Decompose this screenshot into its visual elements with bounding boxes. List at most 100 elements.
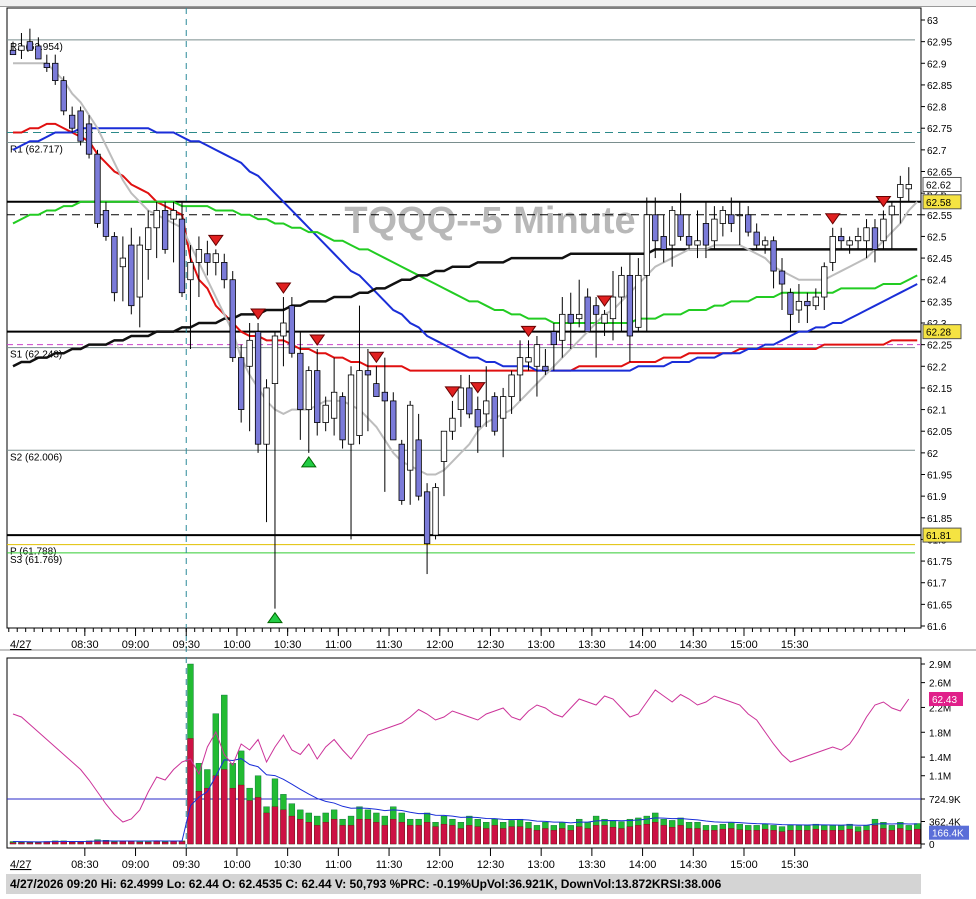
candle-down (871, 227, 879, 250)
y-tick-label: 62.75 (927, 124, 952, 135)
candle-down (102, 210, 110, 237)
volume-bar-down (795, 830, 803, 845)
volume-bar-down (745, 830, 752, 845)
price-chart[interactable]: 6362.9562.962.8562.862.7562.762.6562.662… (0, 0, 976, 899)
y-tick-label: 61.75 (927, 557, 952, 568)
candle-down (660, 236, 667, 250)
candle-up (271, 335, 279, 385)
candle-up (829, 236, 836, 263)
volume-bar-down (297, 819, 304, 845)
candle-down (69, 114, 76, 129)
volume-bar-down (643, 823, 650, 845)
candle-up (812, 296, 819, 307)
y-tick-label: 61.7 (927, 579, 947, 590)
x-tick-label: 15:30 (781, 639, 809, 651)
volume-tag-label: 166.4K (932, 829, 964, 840)
y-tick-label: 62.2 (927, 362, 947, 373)
candle-down (745, 214, 752, 233)
candle-up (263, 387, 270, 445)
candle-up (347, 374, 355, 445)
y-tick-label: 63 (927, 16, 939, 27)
candle-down (85, 123, 93, 155)
volume-bar-down (821, 830, 828, 845)
volume-bar-down (77, 841, 84, 845)
candle-up (821, 266, 828, 298)
volume-bar-down (322, 822, 329, 845)
volume-bar-down (221, 769, 228, 845)
volume-bar-down (43, 841, 50, 845)
volume-bar-down (381, 825, 388, 845)
candle-up (618, 274, 625, 298)
candle-up (187, 261, 194, 281)
x-tick-label-volume: 13:30 (578, 859, 606, 871)
vol-y-tick-label: 1.4M (929, 753, 951, 764)
volume-bar-down (576, 826, 583, 845)
candle-up (905, 184, 912, 190)
volume-bar-down (119, 841, 126, 845)
volume-bar-down (525, 828, 532, 845)
volume-bar-down (229, 787, 236, 845)
volume-bar-down (440, 823, 448, 845)
candle-down (491, 396, 498, 432)
candle-up (153, 210, 160, 229)
x-tick-label: 13:00 (527, 639, 555, 651)
candle-up (525, 357, 532, 363)
candle-down (804, 300, 811, 307)
x-tick-label: 12:00 (426, 639, 454, 651)
x-tick-label-volume: 09:30 (172, 859, 200, 871)
candle-down (77, 110, 84, 142)
chart-window: 6362.9562.962.8562.862.7562.762.6562.662… (0, 0, 976, 899)
date-label-volume: 4/27 (10, 859, 31, 871)
volume-bar-down (145, 841, 152, 845)
candle-down (314, 370, 321, 423)
candle-up (119, 257, 127, 268)
volume-bar-down (128, 841, 135, 845)
price-tag-label: 62.62 (926, 180, 951, 191)
candle-down (677, 214, 684, 237)
candle-down (161, 210, 169, 250)
candle-up (863, 227, 870, 242)
candle-down (94, 153, 101, 224)
candle-down (652, 214, 659, 242)
volume-bar-down (212, 775, 219, 845)
x-tick-label: 14:30 (680, 639, 708, 651)
candle-up (635, 274, 642, 328)
volume-bar-down (618, 828, 625, 845)
y-tick-label: 62.1 (927, 406, 947, 417)
volume-bar-down (550, 830, 557, 845)
volume-bar-down (778, 831, 786, 845)
x-tick-label-volume: 14:30 (680, 859, 708, 871)
volume-bar-down (373, 822, 380, 845)
volume-bar-down (702, 830, 710, 845)
volume-bar-down (652, 822, 659, 845)
watermark-title: TQQQ--5 Minute (344, 200, 635, 242)
candle-down (339, 396, 346, 441)
volume-bar-down (415, 825, 422, 845)
x-tick-label: 09:00 (122, 639, 150, 651)
volume-bar-down (288, 815, 295, 845)
volume-bar-down (762, 828, 769, 845)
candle-down (753, 231, 760, 246)
volume-bar-down (635, 825, 642, 845)
candle-down (567, 313, 574, 324)
candle-up (854, 236, 862, 242)
volume-bar-down (897, 828, 904, 845)
volume-bar-down (871, 825, 879, 845)
volume-bar-down (9, 842, 17, 845)
candle-up (533, 344, 541, 367)
volume-bar-down (888, 830, 895, 845)
candle-down (702, 223, 710, 246)
y-tick-label: 61.65 (927, 600, 952, 611)
candle-up (880, 218, 887, 242)
volume-bar-down (238, 784, 245, 845)
y-tick-label: 62.15 (927, 384, 952, 395)
volume-bar-down (914, 828, 921, 845)
candle-down (728, 214, 735, 224)
volume-bar-down (69, 841, 76, 845)
volume-bar-down (280, 809, 287, 845)
candle-down (221, 261, 228, 281)
volume-bar-down (770, 830, 777, 845)
volume-bar-down (863, 830, 870, 845)
y-tick-label: 62.35 (927, 297, 952, 308)
volume-bar-down (728, 828, 735, 845)
